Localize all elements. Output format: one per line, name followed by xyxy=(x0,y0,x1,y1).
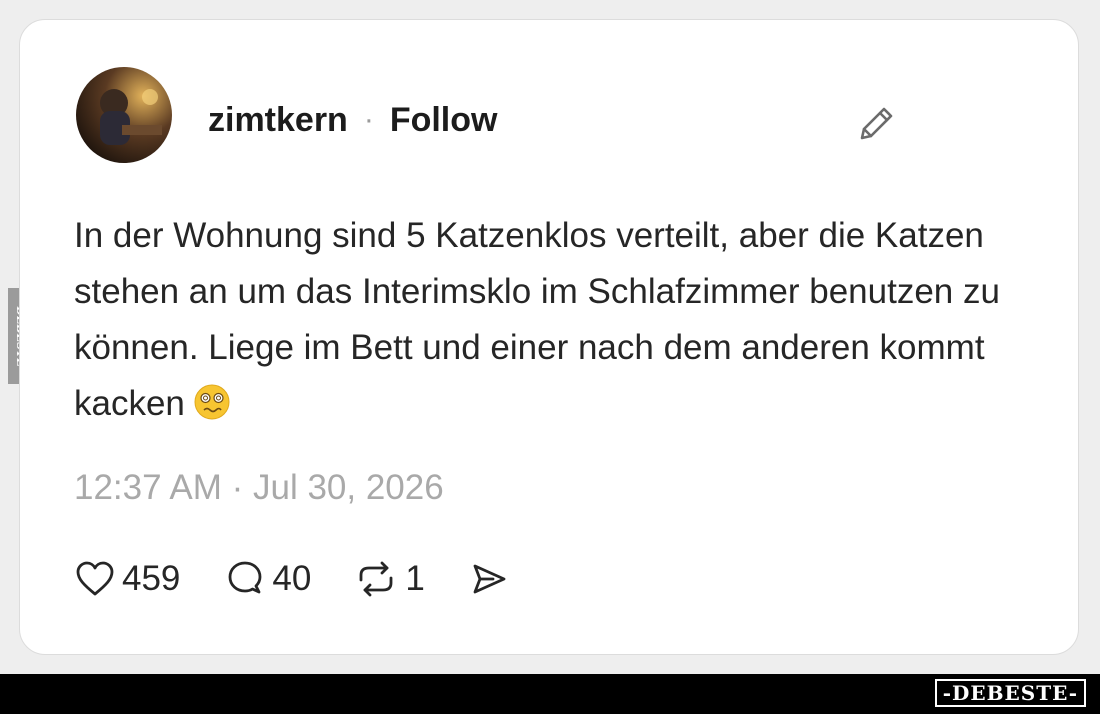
action-bar: 459 40 1 xyxy=(74,555,509,603)
heart-icon xyxy=(76,561,114,596)
separator-dot: · xyxy=(363,103,374,136)
footer-watermark-logo: -DEBESTE- xyxy=(934,679,1086,707)
post-header: zimtkern · Follow xyxy=(208,98,497,142)
repost-icon xyxy=(359,561,393,597)
comment-count: 40 xyxy=(272,559,312,598)
comment-bubble-icon xyxy=(229,561,262,594)
footer-bar: -DEBESTE- xyxy=(0,674,1100,714)
post-card: zimtkern · Follow In der Wohnung sind 5 … xyxy=(19,19,1079,655)
like-count: 459 xyxy=(122,559,181,598)
post-timestamp: 12:37 AM · Jul 30, 2026 xyxy=(74,468,444,507)
follow-button[interactable]: Follow xyxy=(390,101,498,140)
username[interactable]: zimtkern xyxy=(208,101,348,140)
edit-pencil-icon[interactable] xyxy=(854,100,900,146)
comment-button[interactable]: 40 xyxy=(224,558,311,600)
woozy-face-emoji-icon xyxy=(193,382,231,438)
repost-count: 1 xyxy=(405,559,425,598)
share-icon xyxy=(473,564,506,594)
avatar[interactable] xyxy=(76,67,172,163)
like-button[interactable]: 459 xyxy=(74,558,180,600)
post-text: In der Wohnung sind 5 Katzenklos verteil… xyxy=(74,208,1024,438)
share-button[interactable] xyxy=(469,558,509,600)
repost-button[interactable]: 1 xyxy=(353,558,425,600)
